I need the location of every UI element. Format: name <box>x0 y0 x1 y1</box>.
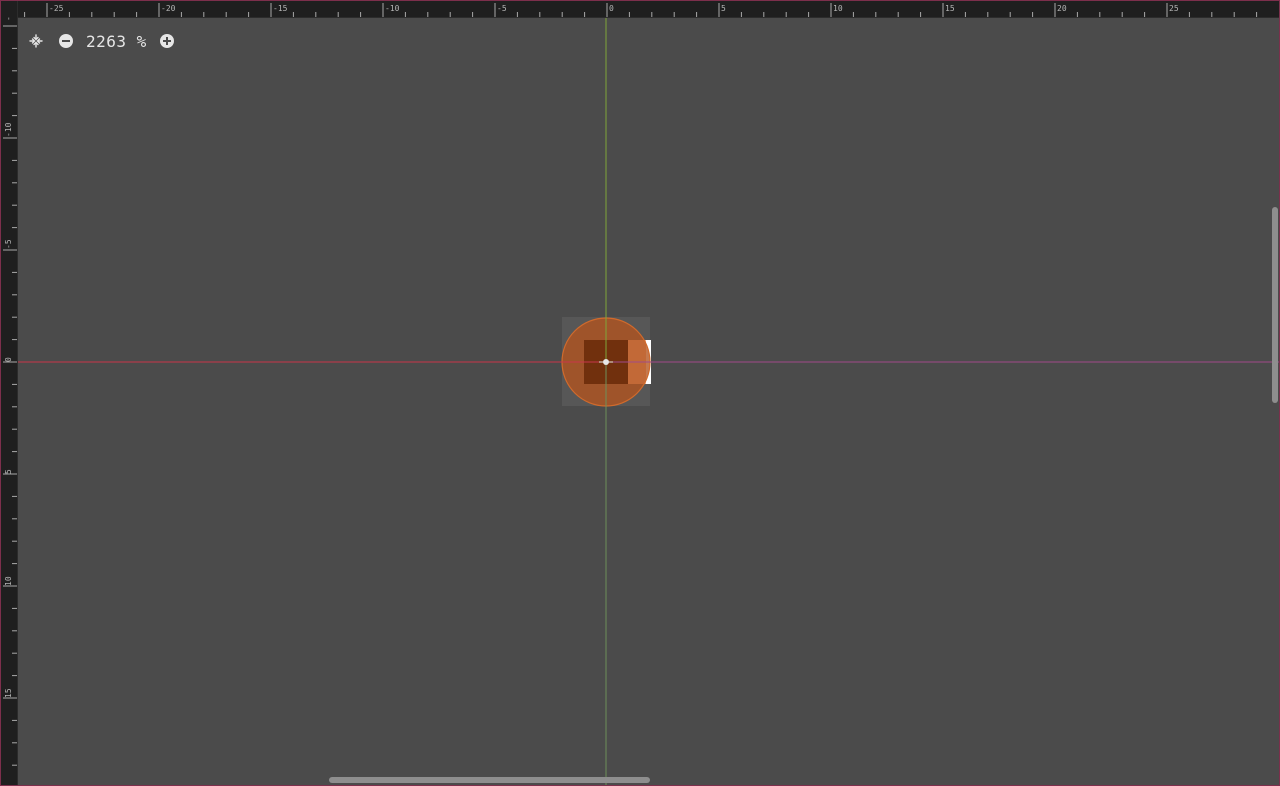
horizontal-ruler[interactable]: -25-20-15-10-505101520253 <box>1 1 1279 18</box>
vertical-ruler-ticks: -1-10-5051015 <box>3 11 17 766</box>
fit-to-screen-icon[interactable] <box>26 31 46 51</box>
ruler-label: -20 <box>161 4 176 13</box>
ruler-label: 0 <box>4 357 13 362</box>
ruler-label: -25 <box>49 4 64 13</box>
ruler-label: 0 <box>609 4 614 13</box>
vertical-scrollbar-thumb[interactable] <box>1272 207 1278 403</box>
zoom-level-label: 2263 % <box>86 31 147 51</box>
horizontal-ruler-ticks: -25-20-15-10-505101520253 <box>24 3 1258 17</box>
editor-viewport-frame: -25-20-15-10-505101520253 -1-10-5051015 <box>0 0 1280 786</box>
ruler-label: -5 <box>497 4 507 13</box>
vertical-ruler[interactable]: -1-10-5051015 <box>1 1 18 785</box>
ruler-label: 5 <box>721 4 726 13</box>
plus-circle-icon[interactable] <box>157 31 177 51</box>
ruler-label: 10 <box>833 4 843 13</box>
horizontal-scrollbar-thumb[interactable] <box>329 777 650 783</box>
minus-circle-icon[interactable] <box>56 31 76 51</box>
ruler-label: 20 <box>1057 4 1067 13</box>
ruler-label: 25 <box>1169 4 1179 13</box>
canvas-overlay <box>18 18 1279 785</box>
ruler-corner <box>1 1 17 17</box>
ruler-label: -10 <box>385 4 400 13</box>
ruler-label: 15 <box>4 688 13 698</box>
ruler-label: -15 <box>273 4 288 13</box>
ruler-label: 10 <box>4 576 13 586</box>
canvas-viewport[interactable] <box>18 18 1279 785</box>
ruler-label: -5 <box>4 239 13 249</box>
ruler-label: -10 <box>4 122 13 137</box>
zoom-toolbar: 2263 % <box>26 30 177 52</box>
ruler-label: 5 <box>4 469 13 474</box>
ruler-label: 15 <box>945 4 955 13</box>
